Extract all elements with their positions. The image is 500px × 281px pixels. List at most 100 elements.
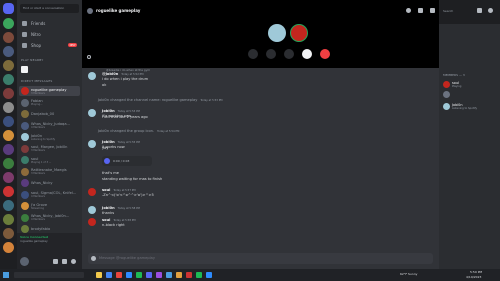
dm-item[interactable]: soul, Sigma/COL, Knifel... 4 Members bbox=[19, 190, 80, 200]
dm-sidebar: Find or start a conversation Friends Nit… bbox=[17, 0, 82, 269]
server-icon[interactable] bbox=[3, 18, 14, 29]
settings-icon[interactable] bbox=[71, 259, 76, 264]
mute-button[interactable] bbox=[302, 49, 312, 59]
taskbar-app-icon[interactable] bbox=[186, 272, 192, 278]
dm-item[interactable]: J'a Grove Streaming bbox=[19, 201, 80, 211]
dm-item[interactable]: Fabian Playing... bbox=[19, 98, 80, 108]
taskbar-app-icon[interactable] bbox=[96, 272, 102, 278]
nav-friends[interactable]: Friends bbox=[19, 19, 80, 28]
taskbar-app-icon[interactable] bbox=[106, 272, 112, 278]
screen-share-button[interactable] bbox=[284, 49, 294, 59]
dm-item[interactable]: Whos_Nicky, Jobi0n... 4 Members bbox=[19, 213, 80, 223]
header-search-input[interactable]: Search bbox=[441, 7, 471, 14]
avatar bbox=[21, 144, 29, 153]
pin-icon[interactable] bbox=[418, 8, 423, 13]
server-icon[interactable] bbox=[3, 74, 14, 85]
popout-icon[interactable] bbox=[87, 55, 91, 59]
member-status: Playing bbox=[452, 85, 462, 88]
help-icon[interactable] bbox=[488, 8, 493, 13]
weather[interactable]: 62°F Sunny bbox=[400, 272, 417, 276]
message-text: n-black right bbox=[102, 223, 125, 227]
author-name[interactable]: soul bbox=[102, 218, 110, 222]
mic-icon[interactable] bbox=[53, 259, 58, 264]
server-icon[interactable] bbox=[3, 144, 14, 155]
start-icon[interactable] bbox=[3, 272, 9, 278]
server-icon[interactable] bbox=[3, 228, 14, 239]
avatar[interactable] bbox=[88, 188, 96, 196]
avatar[interactable] bbox=[443, 81, 450, 88]
server-icon[interactable] bbox=[3, 60, 14, 71]
nav-shop[interactable]: Shop NEW bbox=[19, 41, 80, 50]
dm-item[interactable]: roguelike gameplay 3 Members bbox=[19, 86, 80, 96]
new-badge: NEW bbox=[68, 43, 77, 47]
taskbar-app-icon[interactable] bbox=[196, 272, 202, 278]
add-attachment-icon[interactable] bbox=[91, 256, 96, 261]
disconnect-button[interactable] bbox=[320, 49, 330, 59]
server-icon[interactable] bbox=[3, 214, 14, 225]
taskbar-app-icon[interactable] bbox=[166, 272, 172, 278]
add-member-icon[interactable] bbox=[430, 8, 435, 13]
home-button[interactable] bbox=[3, 3, 14, 14]
audio-player[interactable]: 0:00 / 0:03 bbox=[102, 156, 152, 166]
server-icon[interactable] bbox=[3, 200, 14, 211]
dm-item[interactable]: soul, Margee, Jobi0n 3 Members bbox=[19, 144, 80, 154]
search-input[interactable]: Find or start a conversation bbox=[20, 4, 79, 13]
avatar[interactable] bbox=[88, 206, 96, 214]
message-input[interactable]: Message @roguelike gameplay bbox=[88, 253, 433, 264]
taskbar-app-icon[interactable] bbox=[206, 272, 212, 278]
user-avatar[interactable] bbox=[20, 257, 29, 266]
headphones-icon[interactable] bbox=[62, 259, 67, 264]
taskbar-search[interactable] bbox=[14, 272, 84, 278]
dm-text: roguelike gameplay 3 Members bbox=[31, 88, 66, 95]
server-icon[interactable] bbox=[3, 32, 14, 43]
author-name[interactable]: soul bbox=[102, 188, 110, 192]
dm-item[interactable]: Whos_Nicky bbox=[19, 178, 80, 188]
clock-date[interactable]: 4/19/2023 bbox=[466, 275, 481, 279]
author-name[interactable]: Jobi0n bbox=[102, 206, 115, 210]
play-icon[interactable] bbox=[104, 158, 110, 164]
server-icon[interactable] bbox=[3, 102, 14, 113]
server-icon[interactable] bbox=[3, 116, 14, 127]
taskbar-app-icon[interactable] bbox=[156, 272, 162, 278]
system-message: Jobi0n changed the channel name: rogueli… bbox=[88, 98, 223, 102]
taskbar-app-icon[interactable] bbox=[126, 272, 132, 278]
dm-item[interactable]: Danjakob_00 bbox=[19, 109, 80, 119]
message-header: Jobi0n Today at 5:55 PM bbox=[102, 140, 140, 144]
avatar[interactable] bbox=[88, 218, 96, 226]
dm-subtext: 3 Members bbox=[31, 91, 45, 95]
server-icon[interactable] bbox=[3, 88, 14, 99]
nav-nitro[interactable]: Nitro bbox=[19, 30, 80, 39]
inbox-icon[interactable] bbox=[477, 8, 482, 13]
avatar[interactable] bbox=[88, 72, 96, 80]
server-icon[interactable] bbox=[3, 172, 14, 183]
taskbar-app-icon[interactable] bbox=[176, 272, 182, 278]
dm-subtext: Playing... bbox=[31, 103, 43, 106]
dm-item[interactable]: soul Playing 1 of 3 ... bbox=[19, 155, 80, 165]
dm-item[interactable]: Jobi0n Listening to Spotify bbox=[19, 132, 80, 142]
avatar[interactable] bbox=[88, 109, 96, 117]
author-name[interactable]: @Jobi0n bbox=[102, 72, 118, 76]
clock-time[interactable]: 5:59 PM bbox=[470, 270, 482, 274]
server-icon[interactable] bbox=[3, 158, 14, 169]
dm-item[interactable]: Rattlesnake_Maegis 3 Members bbox=[19, 167, 80, 177]
avatar[interactable] bbox=[88, 140, 96, 148]
taskbar-app-icon[interactable] bbox=[146, 272, 152, 278]
server-icon[interactable] bbox=[3, 186, 14, 197]
dm-item[interactable]: Whos_Nicky_Judaqa... 4 Members bbox=[19, 121, 80, 131]
camera-button[interactable] bbox=[248, 49, 258, 59]
author-name[interactable]: Jobi0n bbox=[102, 109, 115, 113]
server-icon[interactable] bbox=[3, 46, 14, 57]
reply-preview[interactable]: @breadie i do when at the gym bbox=[106, 68, 150, 72]
server-icon[interactable] bbox=[3, 242, 14, 253]
author-name[interactable]: Jobi0n bbox=[102, 140, 115, 144]
taskbar-app-icon[interactable] bbox=[116, 272, 122, 278]
avatar[interactable] bbox=[443, 103, 450, 110]
app-icon[interactable] bbox=[21, 66, 28, 73]
server-icon[interactable] bbox=[3, 130, 14, 141]
taskbar-app-icon[interactable] bbox=[136, 272, 142, 278]
timestamp: Today at 5:57 PM bbox=[113, 189, 136, 192]
message-text: that's me bbox=[102, 171, 120, 175]
avatar[interactable] bbox=[443, 91, 450, 98]
activity-button[interactable] bbox=[266, 49, 276, 59]
call-icon[interactable] bbox=[406, 8, 411, 13]
